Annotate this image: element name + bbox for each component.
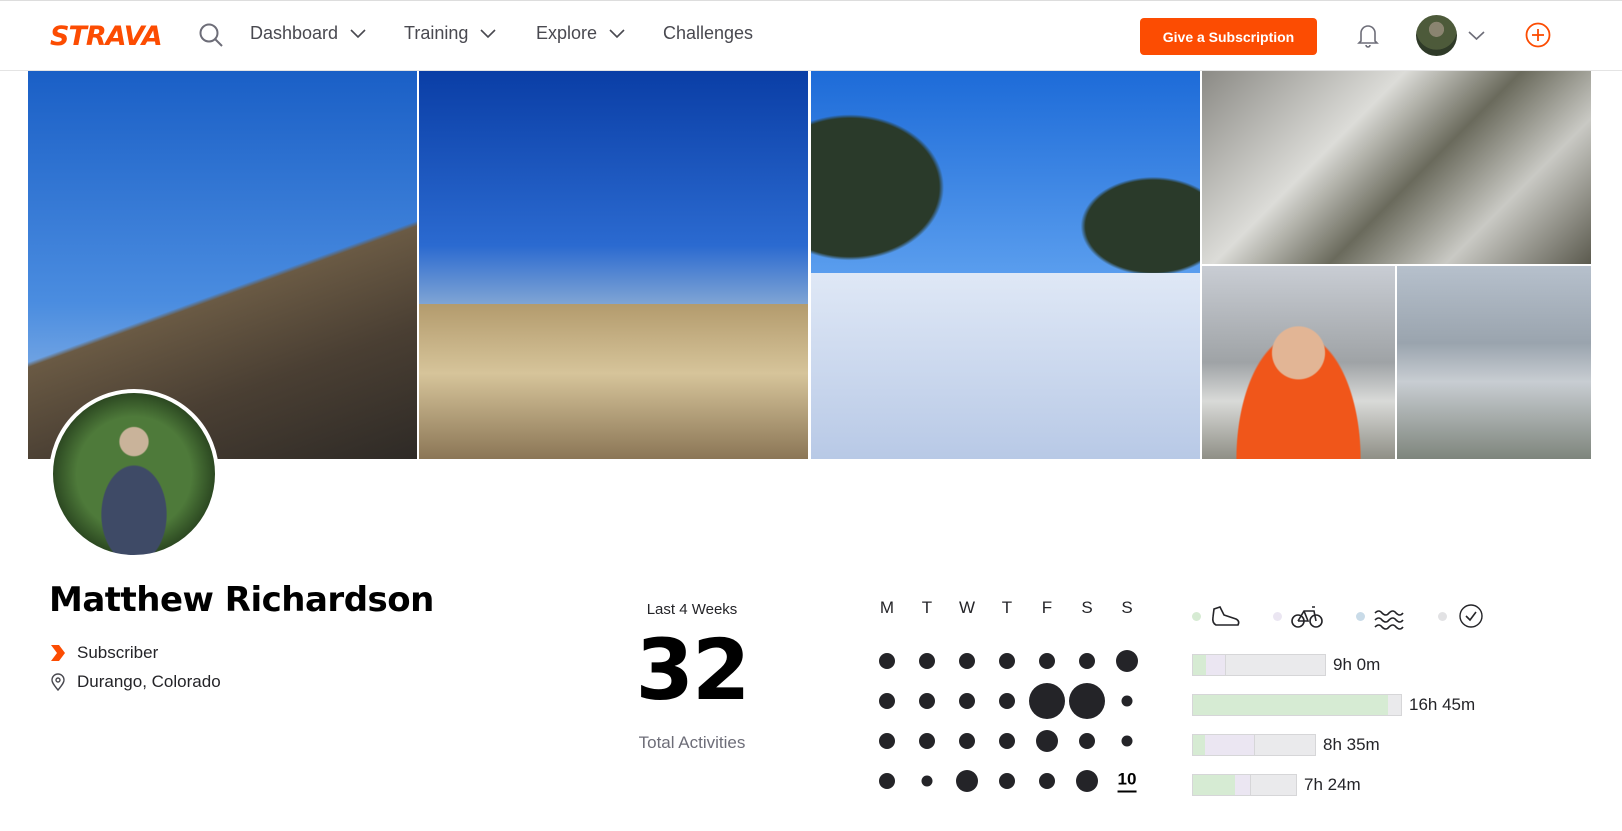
week-bar-4: 7h 24m bbox=[1192, 774, 1361, 796]
swim-icon[interactable] bbox=[1373, 603, 1405, 631]
chevron-down-icon bbox=[480, 28, 496, 38]
calendar-activity-dot[interactable] bbox=[879, 773, 895, 789]
week-bar-1-track bbox=[1192, 654, 1326, 676]
calendar-activity-dot[interactable] bbox=[999, 653, 1015, 669]
check-circle-icon[interactable] bbox=[1458, 603, 1484, 629]
chevron-down-icon[interactable] bbox=[1468, 31, 1485, 41]
profile-avatar[interactable] bbox=[49, 389, 219, 559]
calendar-activity-dot[interactable] bbox=[1121, 735, 1133, 747]
week-bar-4-track bbox=[1192, 774, 1297, 796]
other-dot bbox=[1438, 612, 1447, 621]
week-bar-3-label: 8h 35m bbox=[1323, 735, 1380, 754]
cover-photo-1[interactable] bbox=[28, 71, 417, 459]
location: Durango, Colorado bbox=[49, 672, 221, 692]
day-header: W bbox=[958, 598, 976, 617]
nav-training-label: Training bbox=[404, 23, 469, 43]
calendar-activity-dot[interactable] bbox=[1069, 683, 1105, 719]
run-shoe-icon[interactable] bbox=[1210, 603, 1242, 631]
day-header: T bbox=[921, 598, 933, 617]
calendar-activity-dot[interactable] bbox=[1036, 730, 1058, 752]
nav-training[interactable]: Training bbox=[404, 23, 496, 44]
subscriber-badge: Subscriber bbox=[49, 643, 158, 663]
run-segment bbox=[1193, 695, 1388, 715]
calendar-activity-dot[interactable] bbox=[999, 733, 1015, 749]
ride-segment bbox=[1235, 775, 1251, 795]
nav-challenges[interactable]: Challenges bbox=[663, 23, 753, 44]
nav-explore[interactable]: Explore bbox=[536, 23, 625, 44]
bike-icon[interactable] bbox=[1290, 603, 1324, 631]
chevron-down-icon bbox=[609, 28, 625, 38]
swim-dot bbox=[1356, 612, 1365, 621]
nav-dashboard-label: Dashboard bbox=[250, 23, 339, 43]
calendar-activity-dot[interactable] bbox=[1116, 650, 1138, 672]
calendar-activity-dot[interactable] bbox=[1039, 773, 1055, 789]
calendar-activity-dot[interactable] bbox=[919, 693, 935, 709]
strava-logo[interactable]: STRAVA bbox=[50, 21, 163, 52]
day-header: M bbox=[879, 598, 895, 617]
calendar-activity-dot[interactable] bbox=[1039, 653, 1055, 669]
cover-photo-3[interactable] bbox=[811, 71, 1200, 459]
top-nav: STRAVA Dashboard Training Explore Challe… bbox=[0, 0, 1622, 71]
calendar-activity-dot[interactable] bbox=[879, 653, 895, 669]
week-bar-1: 9h 0m bbox=[1192, 654, 1380, 676]
athlete-name: Matthew Richardson bbox=[49, 580, 434, 620]
cover-photo-6[interactable] bbox=[1397, 266, 1591, 459]
calendar-activity-dot[interactable] bbox=[999, 693, 1015, 709]
activity-calendar: M T W T F S S 10 bbox=[872, 598, 1154, 803]
plus-circle-icon[interactable] bbox=[1525, 22, 1551, 48]
calendar-activity-dot[interactable] bbox=[959, 653, 975, 669]
subscriber-label: Subscriber bbox=[77, 643, 159, 662]
nav-explore-label: Explore bbox=[536, 23, 598, 43]
run-dot bbox=[1192, 612, 1201, 621]
run-segment bbox=[1193, 775, 1235, 795]
calendar-activity-dot[interactable] bbox=[956, 770, 978, 792]
ride-dot bbox=[1273, 612, 1282, 621]
cover-photo-5[interactable] bbox=[1202, 266, 1395, 459]
calendar-activity-dot[interactable] bbox=[1079, 653, 1095, 669]
week-bar-2: 16h 45m bbox=[1192, 694, 1475, 716]
chevron-down-icon bbox=[350, 28, 366, 38]
nav-challenges-label: Challenges bbox=[663, 23, 754, 43]
run-segment bbox=[1193, 655, 1206, 675]
period-label: Last 4 Weeks bbox=[646, 601, 738, 618]
nav-dashboard[interactable]: Dashboard bbox=[250, 23, 366, 44]
day-header: F bbox=[1041, 598, 1053, 617]
calendar-activity-dot[interactable] bbox=[1076, 770, 1098, 792]
calendar-today[interactable]: 10 bbox=[1117, 770, 1137, 793]
week-bar-4-label: 7h 24m bbox=[1304, 775, 1361, 794]
calendar-activity-dot[interactable] bbox=[1121, 695, 1133, 707]
calendar-activity-dot[interactable] bbox=[879, 693, 895, 709]
calendar-activity-dot[interactable] bbox=[1029, 683, 1065, 719]
total-activities-count: 32 bbox=[635, 621, 751, 719]
location-pin-icon bbox=[51, 673, 65, 691]
week-bar-3-track bbox=[1192, 734, 1316, 756]
week-bar-1-label: 9h 0m bbox=[1333, 655, 1381, 674]
ride-segment bbox=[1206, 655, 1226, 675]
cover-photo-4[interactable] bbox=[1202, 71, 1591, 264]
calendar-activity-dot[interactable] bbox=[919, 653, 935, 669]
calendar-activity-dot[interactable] bbox=[959, 733, 975, 749]
bell-icon[interactable] bbox=[1356, 22, 1380, 48]
location-label: Durango, Colorado bbox=[77, 672, 221, 691]
calendar-activity-dot[interactable] bbox=[919, 733, 935, 749]
search-icon[interactable] bbox=[198, 22, 224, 48]
calendar-activity-dot[interactable] bbox=[1079, 733, 1095, 749]
day-header: S bbox=[1121, 598, 1133, 617]
week-bar-3: 8h 35m bbox=[1192, 734, 1380, 756]
calendar-activity-dot[interactable] bbox=[879, 733, 895, 749]
run-segment bbox=[1193, 735, 1205, 755]
total-activities-label: Total Activities bbox=[638, 733, 746, 752]
ride-segment bbox=[1205, 735, 1255, 755]
day-header: S bbox=[1081, 598, 1093, 617]
cover-photo-2[interactable] bbox=[419, 71, 808, 459]
week-bar-2-label: 16h 45m bbox=[1409, 695, 1476, 714]
subscriber-chevron-icon bbox=[51, 645, 65, 661]
calendar-activity-dot[interactable] bbox=[959, 693, 975, 709]
week-bar-2-track bbox=[1192, 694, 1402, 716]
give-subscription-button[interactable]: Give a Subscription bbox=[1140, 18, 1317, 55]
calendar-activity-dot[interactable] bbox=[921, 775, 933, 787]
avatar[interactable] bbox=[1416, 15, 1457, 56]
day-header: T bbox=[1001, 598, 1013, 617]
calendar-activity-dot[interactable] bbox=[999, 773, 1015, 789]
